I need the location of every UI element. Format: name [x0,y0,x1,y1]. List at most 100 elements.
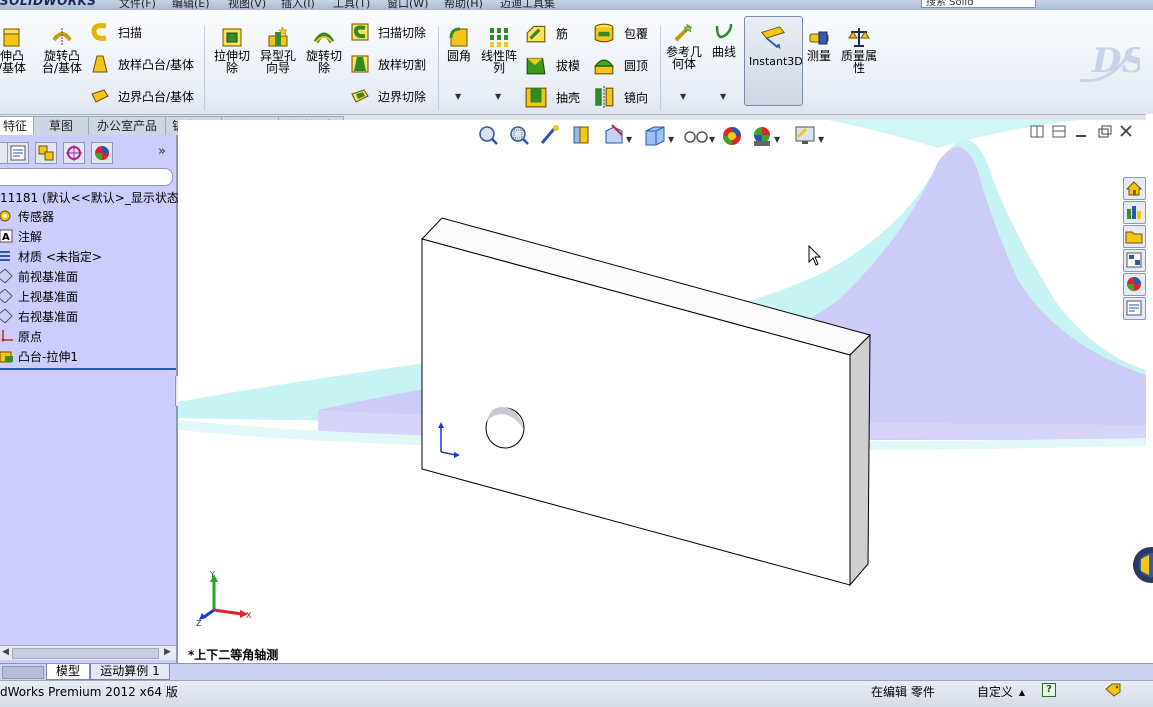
task-pane-home-icon[interactable] [1123,177,1146,200]
tree-item-right-plane[interactable]: 右视基准面 [0,308,78,326]
draft-button[interactable]: 拔模 [524,54,580,76]
menu-edit[interactable]: 编辑(E) [172,0,210,10]
tab-model[interactable]: 模型 [46,664,90,680]
graphics-area[interactable]: ▼ ▼ ▼ ▼ ▼ Y X Z *上下二等角轴测 [178,120,1146,665]
sensor-icon [0,210,11,222]
tree-item-boss-extrude1[interactable]: 凸台-拉伸1 [0,348,78,366]
tree-item-annotations[interactable]: A 注解 [0,228,42,246]
view-orientation-label: *上下二等角轴测 [188,648,279,662]
tab-motion-study-1[interactable]: 运动算例 1 [90,664,170,680]
search-input[interactable]: 搜索 Solid [921,0,1036,8]
display-manager-tab-icon[interactable] [91,142,113,164]
svg-text:Z: Z [196,619,202,628]
feature-tree-filter-input[interactable] [0,168,173,186]
ribbon-separator [438,26,439,110]
dropdown-arrow-icon[interactable]: ▼ [720,92,726,101]
scroll-thumb[interactable] [12,648,159,659]
svg-text:Y: Y [209,570,215,579]
fillet-button[interactable]: 圆角 [442,26,476,62]
wrap-button[interactable]: 包覆 [592,22,648,44]
mirror-icon [595,86,614,108]
tree-item-front-plane[interactable]: 前视基准面 [0,268,78,286]
part-model [421,217,871,587]
ds-logo: DS [1079,41,1140,83]
revolve-boss-button[interactable]: 旋转凸 台/基体 [40,26,84,74]
hole-wizard-button[interactable]: 异型孔 向导 [256,26,300,74]
rib-button[interactable]: 筋 [524,22,568,44]
boundary-cut-button[interactable]: 边界切除 [350,86,426,106]
horizontal-scrollbar[interactable]: ◀ ▶ [0,645,176,660]
sweep-button[interactable]: 扫描 [90,22,142,42]
scroll-right-arrow-icon[interactable]: ▶ [164,647,171,657]
hole-wizard-icon [268,26,288,47]
command-manager-ribbon: 伸凸 /基体 旋转凸 台/基体 扫描 放样凸台/基体 边界凸台/基体 拉伸切 除… [0,10,1153,115]
extrude-cut-button[interactable]: 拉伸切 除 [210,26,254,74]
shell-button[interactable]: 抽壳 [524,86,580,108]
measure-button[interactable]: 测量 [803,26,835,62]
help-icon[interactable]: ? [1042,683,1056,697]
instant3d-toggle-button[interactable]: Instant3D [744,16,803,106]
tree-item-material[interactable]: 材质 <未指定> [0,248,102,266]
curves-button[interactable]: 曲线 [706,22,742,58]
revolve-cut-icon [313,32,335,44]
boundary-boss-icon [91,89,109,103]
loft-boss-button[interactable]: 放样凸台/基体 [90,54,194,74]
task-pane-custom-properties-icon[interactable] [1123,297,1146,320]
loft-boss-icon [92,55,108,73]
swept-cut-button[interactable]: 扫描切除 [350,22,426,42]
product-version-text: dWorks Premium 2012 x64 版 [0,685,178,699]
editing-status-text: 在编辑 零件 [871,685,935,699]
task-pane-view-palette-icon[interactable] [1123,249,1146,272]
task-pane-design-library-icon[interactable] [1123,201,1146,224]
dome-button[interactable]: 圆顶 [592,54,648,76]
ribbon-separator [660,26,661,110]
rib-icon [526,25,546,43]
task-pane-file-explorer-icon[interactable] [1123,225,1146,248]
tag-icon[interactable] [1104,683,1122,697]
ref-geometry-button[interactable]: 参考几 何体 [664,22,704,70]
task-pane-edge [1146,114,1153,680]
svg-text:X: X [246,611,252,620]
units-custom-dropdown[interactable]: 自定义 ▲ [977,683,1025,700]
view-cube-widget-icon[interactable] [1129,545,1153,585]
tree-root-part[interactable]: 11181 (默认<<默认>_显示状态 [0,189,179,207]
dimxpert-manager-tab-icon[interactable] [63,142,85,164]
scroll-left-arrow-icon[interactable]: ◀ [2,647,9,657]
dropdown-arrow-icon[interactable]: ▼ [495,92,501,101]
menu-view[interactable]: 视图(V) [228,0,266,10]
rollback-bar[interactable] [0,368,176,370]
dropdown-arrow-icon[interactable]: ▼ [680,92,686,101]
tree-item-top-plane[interactable]: 上视基准面 [0,288,78,306]
task-pane-appearances-icon[interactable] [1123,273,1146,296]
plane-icon [0,289,13,303]
menu-file[interactable]: 文件(F) [119,0,156,10]
menu-help[interactable]: 帮助(H) [444,0,483,10]
tree-item-sensors[interactable]: 传感器 [0,208,54,226]
tab-office-products[interactable]: 办公室产品 [88,116,166,135]
configuration-manager-tab-icon[interactable] [35,142,57,164]
origin-icon [1,330,13,342]
revolve-cut-button[interactable]: 旋转切 除 [302,26,346,74]
mirror-button[interactable]: 镜向 [592,86,648,108]
linear-pattern-icon [490,28,508,47]
boundary-boss-button[interactable]: 边界凸台/基体 [90,86,194,106]
tab-scroll-arrows[interactable] [2,666,44,679]
property-manager-tab-icon[interactable] [7,142,29,164]
menu-insert[interactable]: 插入(I) [281,0,315,10]
tab-features[interactable]: 特征 [0,116,34,135]
expand-panel-icon[interactable]: » [158,144,166,159]
boss-extrude-icon [3,28,20,47]
lofted-cut-button[interactable]: 放样切割 [350,54,426,74]
menu-window[interactable]: 窗口(W) [387,0,428,10]
tab-sketch[interactable]: 草图 [33,116,89,135]
boss-extrude-button[interactable]: 伸凸 /基体 [0,26,30,74]
sweep-icon [91,23,107,41]
menu-maidi-tools[interactable]: 迈迪工具集 [500,0,555,10]
dropdown-arrow-icon[interactable]: ▼ [455,92,461,101]
menu-tools[interactable]: 工具(T) [333,0,370,10]
model-tabs-bar: 模型 运动算例 1 [0,663,1153,680]
mass-properties-button[interactable]: 质量属 性 [838,26,880,74]
plane-icon [0,269,13,283]
tree-item-origin[interactable]: 原点 [0,328,42,346]
linear-pattern-button[interactable]: 线性阵 列 [478,26,520,74]
